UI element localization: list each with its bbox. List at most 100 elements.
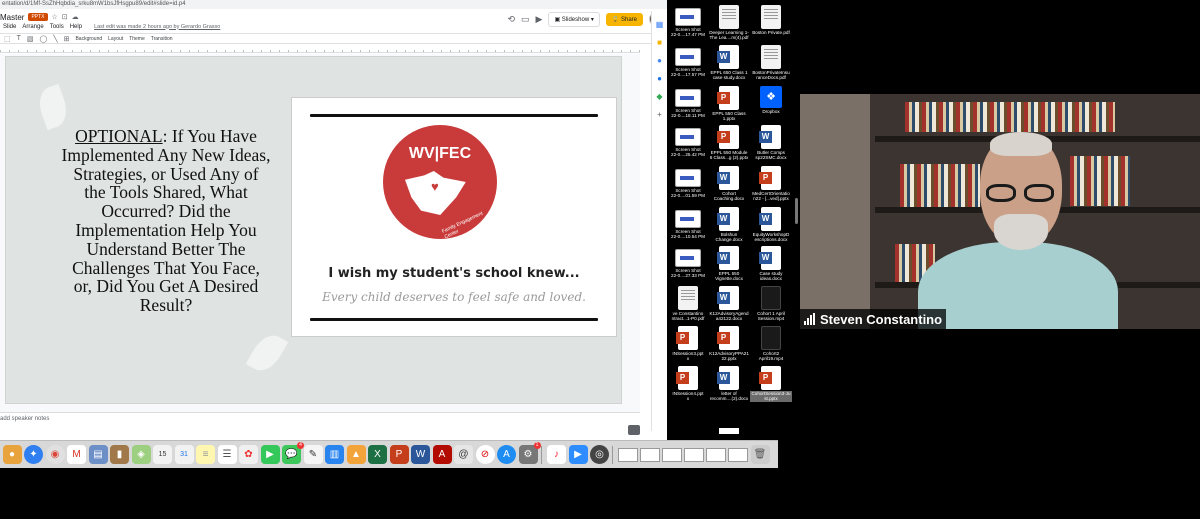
minimized-window[interactable]	[728, 447, 748, 462]
theme-button[interactable]: Theme	[129, 36, 145, 42]
star-icon[interactable]: ☆	[52, 13, 58, 21]
explore-icon[interactable]	[628, 425, 640, 435]
desktop-file[interactable]: Cohort2 April19.mp4	[750, 326, 792, 362]
safari-icon[interactable]: ✦	[24, 445, 43, 464]
no-entry-icon[interactable]: ⊘	[475, 445, 495, 464]
notebook-icon[interactable]: ▮	[110, 445, 129, 464]
contacts-icon[interactable]: ●	[652, 74, 667, 83]
minimized-window[interactable]	[662, 447, 682, 462]
messages-icon[interactable]: 💬 4	[282, 442, 304, 464]
doc-title[interactable]: Master	[0, 13, 24, 22]
facetime-icon[interactable]: ▶	[260, 445, 280, 464]
slide-question-text[interactable]: OPTIONAL: If You Have Implemented Any Ne…	[61, 127, 271, 315]
url-bar[interactable]: entation/d/1Mf-SsZhHqbdia_srku8mW1bsJfHs…	[0, 0, 667, 9]
acrobat-icon[interactable]: A	[432, 445, 452, 464]
word-icon[interactable]: W	[411, 445, 430, 464]
calendar-app-icon[interactable]: 15	[153, 445, 172, 464]
desktop-file[interactable]: Wletter of recomm....(2).docx	[708, 366, 750, 402]
music-icon[interactable]: ♪	[547, 445, 566, 464]
select-icon[interactable]: ⬚	[4, 35, 11, 43]
last-edit-link[interactable]: Last edit was made 2 hours ago by Gerard…	[94, 24, 220, 30]
slideshow-button[interactable]: ▣ Slideshow ▾	[548, 11, 600, 27]
trash-icon[interactable]: 🗑	[750, 445, 770, 464]
desktop-file[interactable]: Screen Shot 22-0....01.59 PM	[667, 166, 709, 199]
desktop-file[interactable]: Screen Shot 22-0....25.42 PM	[667, 125, 709, 158]
background-button[interactable]: Background	[75, 36, 102, 42]
desktop-file[interactable]: Screen Shot 22-0....18.11 PM	[667, 86, 709, 119]
desktop-file[interactable]: ve Constantino ntract...1-P0.pdf	[667, 286, 709, 322]
desktop-file-untitled[interactable]	[719, 428, 739, 434]
move-icon[interactable]: ⊡	[62, 13, 68, 21]
layout-button[interactable]: Layout	[108, 36, 123, 42]
desktop-file[interactable]: W EquityWorkshopD escriptions.docx	[750, 207, 792, 243]
shape-icon[interactable]: ◯	[40, 35, 48, 43]
line-icon[interactable]: ╲	[53, 35, 57, 43]
comment-icon[interactable]: ▭	[521, 14, 530, 25]
desktop-file[interactable]: P MedCertOrientatio n22 - [...ved].pptx	[750, 166, 792, 202]
desktop-file[interactable]: Boston Private.pdf	[750, 5, 792, 35]
powerpoint-icon[interactable]: P	[389, 445, 409, 464]
menu-help[interactable]: Help	[70, 24, 82, 30]
minimized-window[interactable]	[706, 447, 726, 462]
desktop-file[interactable]: W Cohort Coaching.docx	[708, 166, 750, 202]
comment-add-icon[interactable]: ⊞	[64, 35, 70, 43]
photos-icon[interactable]: ✿	[239, 445, 258, 464]
keep-icon[interactable]: ■	[652, 38, 667, 47]
desktop-file[interactable]: Screen Shot 22-0....27.33 PM	[667, 246, 709, 279]
desktop-file[interactable]: P EPPL 550 Class 1.pptx	[708, 86, 750, 122]
tasks-icon[interactable]: ●	[652, 56, 667, 65]
chrome-icon[interactable]: ◉	[45, 445, 65, 464]
slide[interactable]: OPTIONAL: If You Have Implemented Any Ne…	[5, 56, 622, 404]
desktop-file[interactable]: Deeper Learning 1- The Lea....m(4).pdf	[708, 5, 750, 41]
desktop-file[interactable]: W EPPL 650 Class 1 case study.docx	[708, 45, 750, 81]
maps-app-icon[interactable]: ◈	[131, 445, 151, 464]
speaker-notes[interactable]: add speaker notes	[0, 412, 640, 426]
gmail-icon[interactable]: M	[67, 445, 86, 464]
desktop-file[interactable]: Cohort 1 April Session.mp4	[750, 286, 792, 322]
transition-button[interactable]: Transition	[151, 36, 173, 42]
wvfec-image[interactable]: WV|FEC ♥ Family Engagement Center I wish…	[291, 97, 617, 337]
calendar-icon[interactable]: ▦	[652, 20, 667, 29]
video-tile[interactable]: Steven Constantino	[800, 94, 1200, 329]
add-ons-icon[interactable]: +	[652, 110, 667, 119]
keynote-icon[interactable]: ▲	[346, 445, 366, 464]
history-icon[interactable]: ⟲	[507, 14, 515, 25]
zoom-icon[interactable]: ▶	[568, 445, 588, 464]
meet-icon[interactable]: ▶	[536, 14, 543, 25]
notes-icon[interactable]: ≡	[196, 445, 215, 464]
share-button[interactable]: 🔒 Share	[605, 12, 643, 26]
desktop-file[interactable]: W Bolshun Change.docx	[708, 207, 750, 243]
desktop-file[interactable]: P INSession4.ppt x	[667, 366, 709, 402]
image-icon[interactable]: ▧	[27, 35, 34, 43]
minimized-window[interactable]	[640, 447, 660, 462]
desktop-file[interactable]: BostonPrivateInsu ranceDocs.pdf	[750, 45, 792, 81]
desktop-file[interactable]: P INSession3.ppt x	[667, 326, 709, 362]
scrollbar[interactable]	[795, 198, 798, 224]
cloud-icon[interactable]: ☁	[72, 13, 79, 21]
launchpad-icon[interactable]: ◎	[590, 445, 609, 464]
desktop-file[interactable]: W Butler Comps sp22SMC.docx	[750, 125, 792, 161]
maps-icon[interactable]: ◆	[652, 92, 667, 101]
numbers-icon[interactable]: ▥	[325, 445, 344, 464]
chrome-canary-icon[interactable]: ●	[2, 445, 22, 464]
minimized-window[interactable]	[684, 447, 704, 462]
menu-tools[interactable]: Tools	[50, 24, 64, 30]
menu-slide[interactable]: Slide	[3, 24, 16, 30]
reminders-icon[interactable]: ☰	[217, 445, 237, 464]
desktop-file[interactable]: P K12AdvisoryPPA21 22.pptx	[708, 326, 750, 362]
desktop-file[interactable]: ❖ Dropbox	[750, 86, 792, 114]
desktop-file[interactable]: Screen Shot 22-0....17.57 PM	[667, 45, 709, 78]
desktop-file[interactable]: Screen Shot 22-0....17.47 PM	[667, 5, 709, 38]
textbox-icon[interactable]: T	[17, 35, 21, 42]
desktop-file[interactable]: W K12AdvisoryAgend a42122.docx	[708, 286, 750, 322]
app-store-icon[interactable]: A	[497, 445, 516, 464]
minimized-window[interactable]	[618, 447, 638, 462]
preview-icon[interactable]: ▤	[88, 445, 108, 464]
desktop-file[interactable]: W EPPL 550 Vignette.docx	[708, 246, 750, 282]
google-calendar-icon[interactable]: 31	[174, 445, 194, 464]
menu-arrange[interactable]: Arrange	[22, 24, 43, 30]
desktop-file[interactable]: Screen Shot 22-0....10.54 PM	[667, 207, 709, 240]
desktop-file[interactable]: P EPPL 550 Module 6 Class...g (2).pptx	[708, 125, 750, 161]
textedit-icon[interactable]: ✎	[303, 445, 323, 464]
contacts-app-icon[interactable]: @	[454, 445, 473, 464]
